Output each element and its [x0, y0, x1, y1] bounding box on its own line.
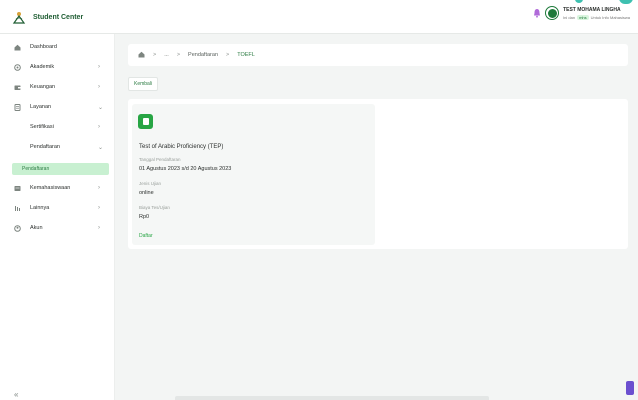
campus-logo-icon: [12, 10, 26, 24]
test-card[interactable]: [132, 104, 375, 245]
sidebar-item-akun[interactable]: Akun ›: [0, 221, 115, 235]
service-icon: [14, 103, 21, 111]
breadcrumb-separator: >: [176, 52, 181, 58]
breadcrumb-current: TOEFL: [237, 52, 255, 58]
sidebar-item-label: Keuangan: [30, 84, 56, 90]
avatar[interactable]: [545, 6, 560, 20]
sidebar-item-label: Akun: [30, 225, 43, 231]
chevron-down-icon: ⌄: [98, 144, 104, 151]
mode-value: online: [139, 190, 154, 196]
sidebar-item-label: Kemahasiswaan: [30, 185, 71, 191]
sidebar-item-label: Pendaftaran: [30, 144, 60, 150]
chevron-right-icon: ›: [98, 205, 100, 211]
horizontal-scrollbar[interactable]: [175, 396, 489, 400]
home-icon[interactable]: [138, 51, 145, 60]
user-subtitle: Ini dan mhs Untuk Info Mahasiswa: [563, 14, 630, 20]
role-badge: mhs: [577, 14, 589, 20]
sidebar-item-kemahasiswaan[interactable]: Kemahasiswaan ›: [0, 181, 115, 195]
sidebar-item-keuangan[interactable]: Keuangan ›: [0, 80, 115, 94]
chevron-right-icon: ›: [98, 185, 100, 191]
user-menu[interactable]: TEST MOHAMA LINGHA Ini dan mhs Untuk Inf…: [533, 6, 630, 20]
sidebar-item-label: Lainnya: [30, 205, 50, 211]
sidebar-item-label: Pendaftaran: [22, 166, 50, 172]
academic-icon: [14, 63, 21, 71]
breadcrumb-separator: >: [153, 52, 157, 58]
sidebar-item-layanan[interactable]: Layanan ⌄: [0, 100, 115, 114]
date-label: Tanggal Pendaftaran: [139, 157, 181, 162]
chevron-right-icon: ›: [98, 124, 100, 130]
chevron-right-icon: ›: [98, 84, 100, 90]
sidebar: Dashboard Akademik › Keuangan › Layanan …: [0, 34, 115, 400]
breadcrumb-ellipsis[interactable]: ...: [164, 52, 169, 58]
decorative-accent: [575, 0, 583, 3]
user-sub-suffix: Untuk Info Mahasiswa: [590, 14, 630, 20]
fee-label: Biaya Tes/Ujian: [139, 205, 170, 210]
top-bar: Student Center TEST MOHAMA LINGHA Ini da…: [0, 0, 638, 34]
account-icon: [14, 224, 21, 232]
breadcrumb: > ... > Pendaftaran > TOEFL: [128, 44, 628, 66]
chevron-down-icon: ⌄: [98, 104, 104, 111]
sidebar-item-pendaftaran-active[interactable]: Pendaftaran: [12, 163, 109, 175]
sidebar-item-label: Sertifikasi: [30, 124, 54, 130]
breadcrumb-separator: >: [226, 52, 230, 58]
brand[interactable]: Student Center: [12, 10, 83, 24]
sidebar-item-label: Akademik: [30, 64, 55, 70]
breadcrumb-parent[interactable]: Pendaftaran: [188, 52, 218, 58]
app-title: Student Center: [33, 13, 84, 21]
date-value: 01 Agustus 2023 s/d 20 Agustus 2023: [139, 166, 232, 172]
test-title: Test of Arabic Proficiency (TEP): [139, 144, 224, 150]
user-name: TEST MOHAMA LINGHA: [563, 6, 621, 13]
user-sub-prefix: Ini dan: [563, 14, 576, 20]
sidebar-item-akademik[interactable]: Akademik ›: [0, 60, 115, 74]
sidebar-item-label: Dashboard: [30, 44, 57, 50]
mode-label: Jenis Ujian: [139, 181, 162, 186]
decorative-accent: [619, 0, 633, 4]
back-button[interactable]: Kembali: [128, 77, 159, 91]
sidebar-item-sertifikasi[interactable]: Sertifikasi ›: [0, 120, 115, 134]
chevron-right-icon: ›: [98, 64, 100, 70]
home-icon: [14, 44, 21, 51]
document-icon: [138, 114, 153, 129]
chevron-right-icon: ›: [98, 225, 100, 231]
register-link[interactable]: Daftar: [139, 233, 153, 239]
sidebar-item-label: Layanan: [30, 104, 52, 110]
wallet-icon: [14, 84, 21, 91]
sidebar-item-dashboard[interactable]: Dashboard: [0, 40, 115, 54]
fee-value: Rp0: [139, 214, 150, 220]
user-info: TEST MOHAMA LINGHA Ini dan mhs Untuk Inf…: [563, 7, 630, 20]
student-affairs-icon: [14, 185, 21, 192]
more-icon: [14, 205, 21, 212]
sidebar-item-pendaftaran[interactable]: Pendaftaran ⌄: [0, 140, 115, 154]
collapse-sidebar-icon[interactable]: «: [14, 390, 18, 399]
help-widget-icon[interactable]: [626, 381, 634, 395]
notification-icon[interactable]: [533, 8, 541, 18]
sidebar-item-lainnya[interactable]: Lainnya ›: [0, 201, 115, 215]
